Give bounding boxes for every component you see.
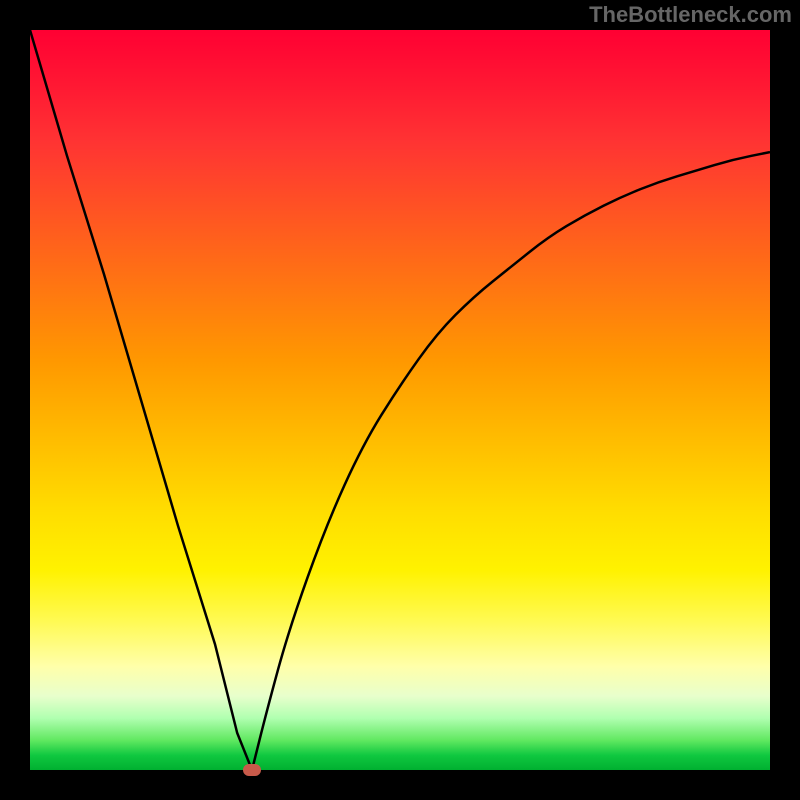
minimum-marker	[243, 764, 261, 776]
chart-container: TheBottleneck.com	[0, 0, 800, 800]
right-branch-line	[252, 152, 770, 770]
curve-svg	[30, 30, 770, 770]
plot-area	[30, 30, 770, 770]
watermark-text: TheBottleneck.com	[589, 2, 792, 28]
left-branch-line	[30, 30, 252, 770]
